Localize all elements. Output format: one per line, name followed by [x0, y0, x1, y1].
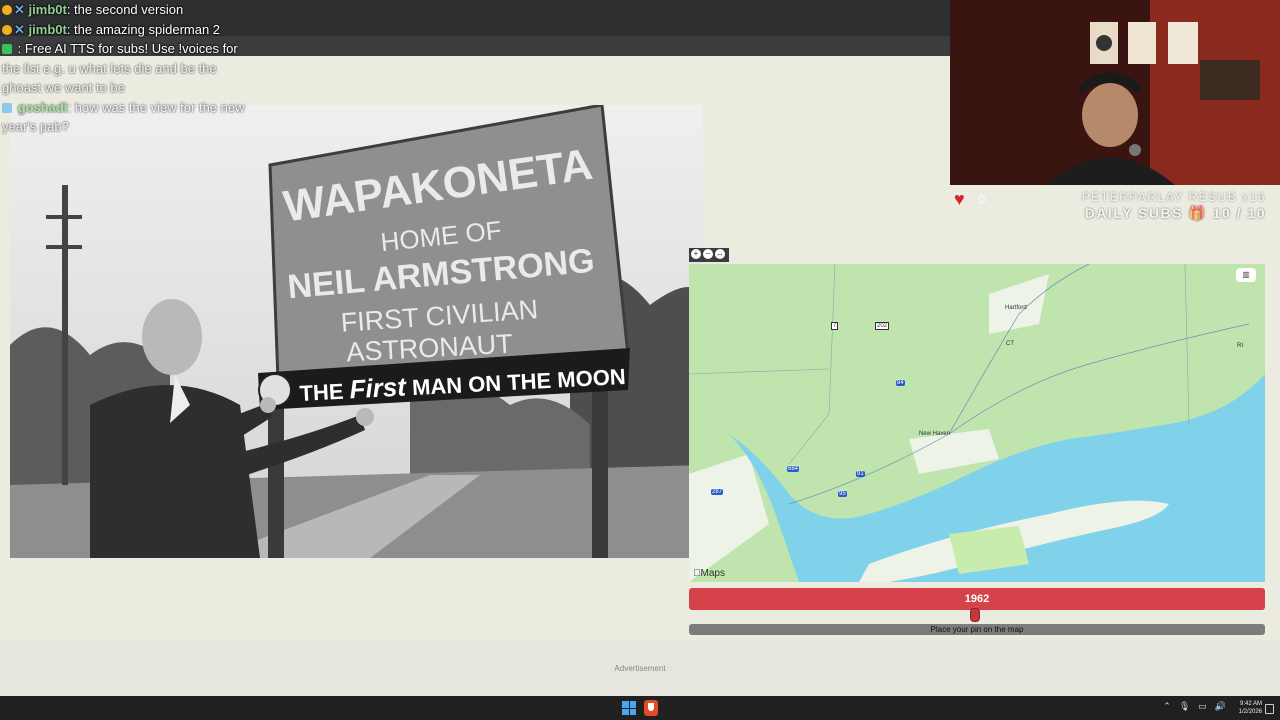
volume-icon[interactable]: 🔊	[1215, 701, 1226, 712]
chat-message: ghoast we want to be	[2, 80, 125, 95]
map-canvas	[689, 264, 1265, 582]
chat-line: the list e.g. u what lets die and be the	[0, 59, 360, 79]
chat-message: : how was the view for the new	[67, 99, 245, 115]
chat-message: : the second version	[66, 2, 184, 17]
mod-icon: ✕	[14, 2, 25, 17]
taskbar-clock[interactable]: 9:42 AM 1/2/2026	[1239, 700, 1262, 716]
chat-message: the list e.g. u what lets die and be the	[2, 60, 217, 76]
chat-line: : Free AI TTS for subs! Use !voices for	[0, 39, 360, 59]
start-button-icon[interactable]	[622, 701, 636, 715]
ad-label: Advertisement	[614, 664, 666, 673]
map-layers-icon[interactable]: ▥	[1236, 268, 1256, 282]
photo-scene: WAPAKONETA HOME OF NEIL ARMSTRONG FIRST …	[10, 105, 703, 558]
chat-line: year's pab?	[0, 117, 360, 137]
chat-message: : the amazing spiderman 2	[66, 21, 221, 37]
chat-overlay: ✕ jimb0t: the second version ✕ jimb0t: t…	[0, 0, 360, 137]
route-shield: 95	[838, 491, 847, 497]
guess-photo[interactable]: WAPAKONETA HOME OF NEIL ARMSTRONG FIRST …	[10, 105, 703, 558]
year-slider[interactable]: 1962	[689, 588, 1265, 610]
chat-message: : Free AI TTS for subs! Use !voices for	[17, 41, 238, 56]
mic-icon[interactable]: 🎙	[1179, 701, 1190, 712]
guess-map[interactable]	[689, 264, 1265, 582]
browser-taskbar-icon[interactable]	[644, 700, 658, 716]
chat-message: year's pab?	[2, 119, 69, 134]
heart-count: 0	[978, 191, 986, 207]
chevron-up-icon[interactable]: ⌃	[1163, 701, 1171, 712]
chat-line: ✕ jimb0t: the second version	[0, 0, 360, 20]
bot-badge-icon	[2, 44, 12, 54]
map-label-state: CT	[1006, 341, 1014, 347]
map-toolbar: + − ↔	[689, 248, 729, 262]
heart-icon: ♥	[954, 189, 965, 209]
route-shield: 84	[896, 380, 905, 386]
place-pin-button[interactable]: Place your pin on the map	[689, 624, 1265, 635]
daily-subs-value: 10 / 10	[1212, 205, 1266, 221]
chat-username: goshadi	[17, 99, 68, 115]
chat-username: jimb0t	[28, 21, 67, 37]
zoom-in-icon[interactable]: +	[691, 249, 701, 259]
year-slider-thumb[interactable]	[970, 608, 980, 622]
maps-attribution: Maps	[693, 568, 725, 579]
resub-ticker: PETERPARLAY RESUB x16	[1081, 190, 1266, 204]
taskbar	[0, 696, 1280, 720]
route-shield: 202	[875, 322, 890, 330]
notification-icon[interactable]	[1265, 704, 1274, 714]
map-label-city: New Haven	[919, 431, 951, 437]
system-tray: ⌃ 🎙 ▭ 🔊	[1163, 701, 1226, 712]
banner-emphasis: First	[349, 371, 408, 404]
zoom-out-icon[interactable]: −	[703, 249, 713, 259]
sub-badge-icon	[2, 5, 12, 15]
sub-badge-icon	[2, 24, 12, 35]
year-value: 1962	[964, 593, 990, 605]
chat-line: ghoast we want to be	[0, 78, 360, 98]
chat-line: ✕ jimb0t: the amazing spiderman 2	[0, 20, 360, 40]
route-shield: 91	[856, 471, 865, 477]
chat-username: jimb0t	[28, 2, 67, 17]
expand-icon[interactable]: ↔	[715, 249, 725, 259]
daily-subs-label: DAILY SUBS	[1084, 205, 1183, 221]
daily-subs-counter: DAILY SUBS 🎁 10 / 10	[1085, 205, 1266, 222]
chat-line: goshadi: how was the view for the new	[0, 98, 360, 118]
gift-icon: 🎁	[1188, 205, 1208, 221]
webcam-feed	[950, 0, 1280, 185]
clock-date: 1/2/2026	[1238, 709, 1262, 715]
clock-time: 9:42 AM	[1239, 701, 1262, 707]
map-label-state: RI	[1237, 343, 1243, 349]
route-shield: 684	[787, 466, 800, 472]
route-shield: 287	[711, 489, 724, 495]
sub-badge-icon	[2, 102, 12, 113]
network-icon[interactable]: ▭	[1198, 701, 1207, 712]
route-shield: 7	[831, 322, 839, 330]
banner-prefix: THE	[299, 379, 344, 406]
mod-icon: ✕	[14, 21, 25, 37]
webcam-scene	[950, 0, 1280, 185]
map-label-city: Hartford	[1005, 305, 1027, 311]
